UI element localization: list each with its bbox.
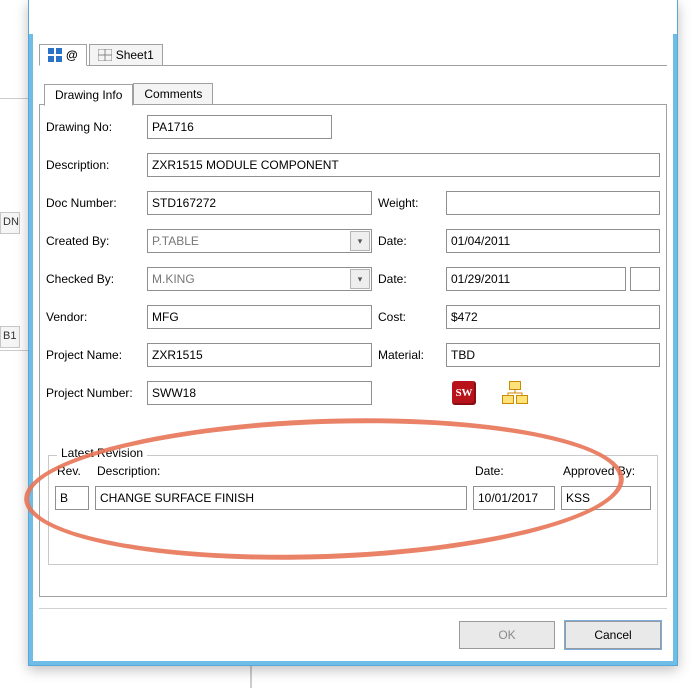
- label-description: Description:: [46, 158, 141, 172]
- hierarchy-icon[interactable]: [502, 381, 528, 405]
- form-grid: Drawing No: PA1716 Description: ZXR1515 …: [46, 115, 660, 405]
- tab-document[interactable]: @: [39, 44, 87, 66]
- bg-line-3: [250, 666, 252, 688]
- label-material: Material:: [378, 348, 440, 362]
- input-created-date[interactable]: 01/04/2011: [446, 229, 660, 253]
- input-doc-number[interactable]: STD167272: [147, 191, 372, 215]
- input-project-name[interactable]: ZXR1515: [147, 343, 372, 367]
- latest-revision-group: Latest Revision Rev. Description: Date: …: [48, 455, 658, 565]
- input-rev[interactable]: B: [55, 486, 89, 510]
- bg-line: [0, 98, 30, 99]
- combo-checked-by[interactable]: M.KING ▾: [147, 267, 372, 291]
- dialog-body: @ Sheet1 Drawing Info Comments Drawing N…: [29, 34, 677, 665]
- tab-comments[interactable]: Comments: [133, 83, 213, 105]
- label-rev-desc: Description:: [95, 464, 467, 478]
- grid-icon: [48, 48, 62, 62]
- combo-checked-by-value: M.KING: [152, 272, 195, 286]
- input-checked-date-extra[interactable]: [630, 267, 660, 291]
- label-cost: Cost:: [378, 310, 440, 324]
- label-created-date: Date:: [378, 234, 440, 248]
- label-rev-approved: Approved By:: [561, 464, 651, 478]
- properties-dialog: @ Sheet1 Drawing Info Comments Drawing N…: [28, 0, 678, 666]
- label-weight: Weight:: [378, 196, 440, 210]
- group-title-latest-revision: Latest Revision: [57, 446, 147, 460]
- chevron-down-icon: ▾: [350, 231, 370, 251]
- input-weight[interactable]: [446, 191, 660, 215]
- sheet-icon: [98, 49, 112, 61]
- tab-sheet-label: Sheet1: [116, 48, 154, 62]
- bg-fragment-2: B1: [0, 326, 20, 348]
- input-vendor[interactable]: MFG: [147, 305, 372, 329]
- tab-at-label: @: [66, 48, 78, 62]
- input-checked-date[interactable]: 01/29/2011: [446, 267, 626, 291]
- input-description[interactable]: ZXR1515 MODULE COMPONENT: [147, 153, 660, 177]
- label-project-number: Project Number:: [46, 386, 141, 400]
- cancel-button[interactable]: Cancel: [565, 621, 661, 649]
- tab-sheet1[interactable]: Sheet1: [89, 44, 163, 66]
- label-drawing-no: Drawing No:: [46, 120, 141, 134]
- tab-drawing-info[interactable]: Drawing Info: [44, 84, 133, 106]
- combo-created-by[interactable]: P.TABLE ▾: [147, 229, 372, 253]
- label-project-name: Project Name:: [46, 348, 141, 362]
- input-cost[interactable]: $472: [446, 305, 660, 329]
- chevron-down-icon: ▾: [350, 269, 370, 289]
- button-separator: [39, 608, 667, 609]
- bg-line-2: [0, 350, 30, 650]
- input-rev-desc[interactable]: CHANGE SURFACE FINISH: [95, 486, 467, 510]
- input-project-number[interactable]: SWW18: [147, 381, 372, 405]
- bg-fragment-1: DN: [0, 212, 20, 234]
- label-vendor: Vendor:: [46, 310, 141, 324]
- label-checked-by: Checked By:: [46, 272, 141, 286]
- ok-button[interactable]: OK: [459, 621, 555, 649]
- label-rev: Rev.: [55, 464, 89, 478]
- label-doc-number: Doc Number:: [46, 196, 141, 210]
- label-created-by: Created By:: [46, 234, 141, 248]
- label-rev-date: Date:: [473, 464, 555, 478]
- input-rev-date[interactable]: 10/01/2017: [473, 486, 555, 510]
- input-drawing-no[interactable]: PA1716: [147, 115, 332, 139]
- combo-created-by-value: P.TABLE: [152, 234, 199, 248]
- solidworks-icon[interactable]: SW: [452, 381, 476, 405]
- label-checked-date: Date:: [378, 272, 440, 286]
- input-rev-approved[interactable]: KSS: [561, 486, 651, 510]
- input-material[interactable]: TBD: [446, 343, 660, 367]
